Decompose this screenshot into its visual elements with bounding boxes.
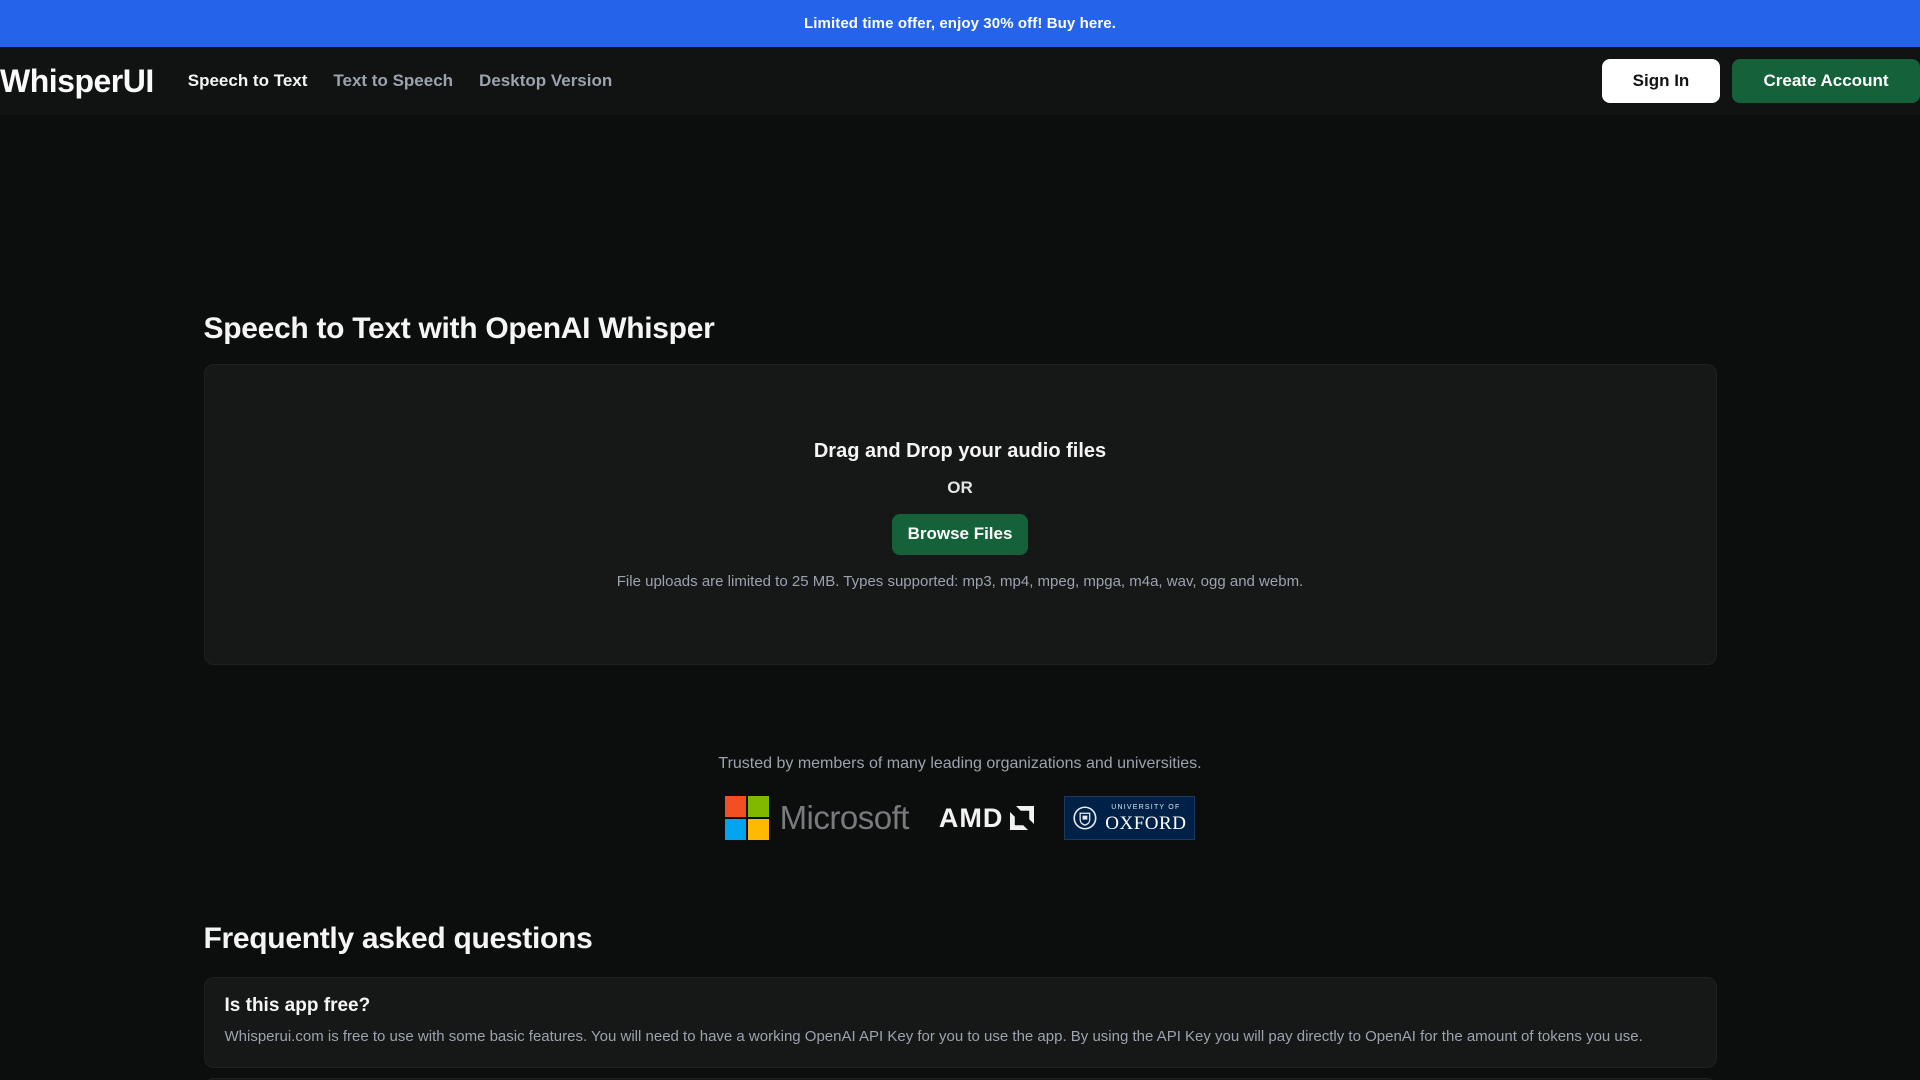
faq-item: Is this app free? Whisperui.com is free … bbox=[204, 977, 1717, 1068]
main-nav: Speech to Text Text to Speech Desktop Ve… bbox=[188, 71, 613, 91]
page-title: Speech to Text with OpenAI Whisper bbox=[204, 312, 1717, 346]
header-actions: Sign In Create Account bbox=[1602, 59, 1920, 103]
amd-logo: AMD bbox=[939, 803, 1035, 834]
nav-desktop-version[interactable]: Desktop Version bbox=[479, 71, 612, 91]
trusted-text: Trusted by members of many leading organ… bbox=[0, 755, 1920, 773]
nav-text-to-speech[interactable]: Text to Speech bbox=[333, 71, 453, 91]
microsoft-logo-label: Microsoft bbox=[780, 799, 909, 837]
create-account-button[interactable]: Create Account bbox=[1732, 59, 1920, 103]
promo-banner: Limited time offer, enjoy 30% off! Buy h… bbox=[0, 0, 1920, 47]
oxford-logo: UNIVERSITY OF OXFORD bbox=[1064, 796, 1195, 840]
trusted-section: Trusted by members of many leading organ… bbox=[0, 755, 1920, 840]
sign-in-button[interactable]: Sign In bbox=[1602, 59, 1720, 103]
hero-section: Speech to Text with OpenAI Whisper Drag … bbox=[204, 312, 1717, 665]
faq-answer: Whisperui.com is free to use with some b… bbox=[225, 1026, 1696, 1047]
amd-arrow-icon bbox=[1010, 806, 1034, 830]
microsoft-logo: Microsoft bbox=[725, 796, 909, 840]
amd-logo-label: AMD bbox=[939, 803, 1004, 834]
faq-title: Frequently asked questions bbox=[204, 922, 1717, 956]
faq-question: Is this app free? bbox=[225, 995, 1696, 1017]
dropzone-heading: Drag and Drop your audio files bbox=[814, 440, 1106, 463]
oxford-logo-bottom-label: OXFORD bbox=[1105, 814, 1186, 833]
browse-files-button[interactable]: Browse Files bbox=[892, 514, 1028, 555]
upload-limits-text: File uploads are limited to 25 MB. Types… bbox=[617, 573, 1303, 590]
microsoft-squares-icon bbox=[725, 796, 769, 840]
promo-banner-link[interactable]: Limited time offer, enjoy 30% off! Buy h… bbox=[804, 15, 1116, 32]
oxford-logo-text: UNIVERSITY OF OXFORD bbox=[1105, 804, 1186, 833]
nav-speech-to-text[interactable]: Speech to Text bbox=[188, 71, 308, 91]
oxford-crest-icon bbox=[1073, 803, 1097, 833]
app-logo[interactable]: WhisperUI bbox=[0, 63, 154, 100]
file-dropzone[interactable]: Drag and Drop your audio files OR Browse… bbox=[204, 364, 1717, 665]
header: WhisperUI Speech to Text Text to Speech … bbox=[0, 47, 1920, 115]
oxford-logo-top-label: UNIVERSITY OF bbox=[1105, 804, 1186, 811]
dropzone-or-label: OR bbox=[947, 478, 973, 498]
partner-logo-row: Microsoft AMD UNIVERSITY OF OXFORD bbox=[0, 796, 1920, 840]
faq-section: Frequently asked questions Is this app f… bbox=[204, 922, 1717, 1080]
